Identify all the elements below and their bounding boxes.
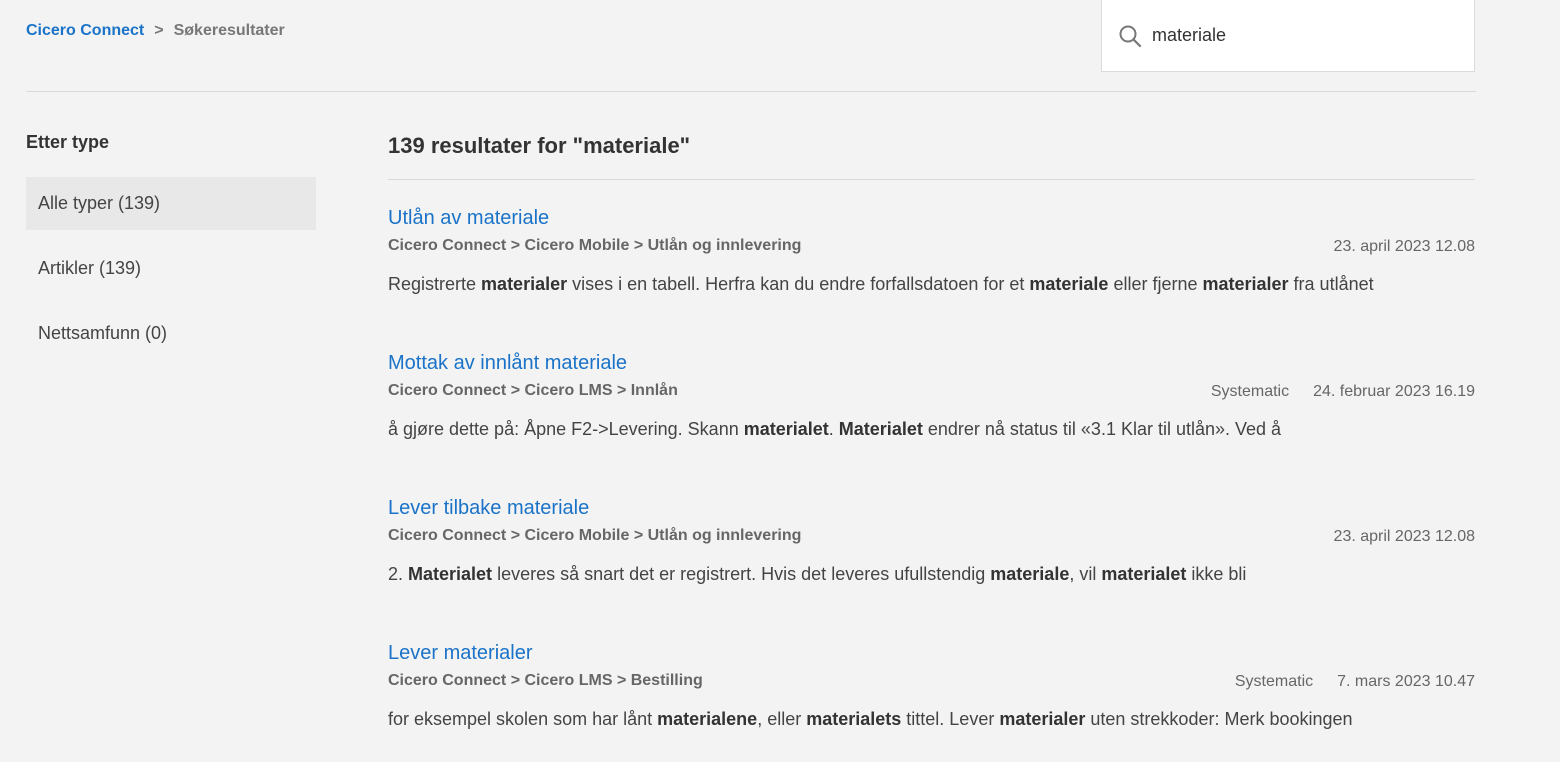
- results-list: Utlån av materiale Cicero Connect > Cicer…: [388, 180, 1475, 760]
- snippet-text: uten strekkoder: Merk bookingen: [1085, 709, 1353, 729]
- snippet-text: .: [828, 419, 839, 439]
- snippet-text: ikke bli: [1186, 564, 1247, 584]
- search-box: [1101, 0, 1475, 72]
- snippet-text: for eksempel skolen som har lånt: [388, 709, 658, 729]
- snippet-text: endrer nå status til «3.1 Klar til utlån…: [922, 419, 1282, 439]
- breadcrumb-separator: >: [154, 22, 164, 39]
- filter-item[interactable]: Alle typer (139): [26, 177, 316, 230]
- header-divider: [26, 91, 1476, 92]
- snippet-highlight: materialets: [806, 709, 902, 729]
- filter-title: Etter type: [26, 132, 110, 152]
- result-title-link[interactable]: Lever tilbake materiale: [388, 497, 589, 520]
- snippet-highlight: materiale: [990, 564, 1070, 584]
- snippet-text: , vil: [1069, 564, 1102, 584]
- result-meta: 23. april 2023 12.08: [1334, 238, 1475, 256]
- result-date: 7. mars 2023 10.47: [1337, 673, 1475, 690]
- result-date: 24. februar 2023 16.19: [1313, 383, 1475, 400]
- snippet-text: vises i en tabell. Herfra kan du endre f…: [567, 274, 1030, 294]
- breadcrumb-home-link[interactable]: Cicero Connect: [26, 22, 144, 40]
- result-item: Mottak av innlånt materiale Cicero Connec…: [388, 325, 1475, 470]
- result-item: Utlån av materiale Cicero Connect > Cicer…: [388, 180, 1475, 325]
- result-path: Cicero Connect > Cicero LMS > Innlån: [388, 382, 678, 399]
- result-author: Systematic: [1210, 383, 1290, 400]
- result-snippet: Registrerte materialer vises i en tabell…: [388, 274, 1374, 295]
- result-path: Cicero Connect > Cicero LMS > Bestilling: [388, 672, 703, 689]
- result-item: Lever tilbake materiale Cicero Connect > …: [388, 470, 1475, 615]
- snippet-highlight: materialer: [999, 709, 1086, 729]
- snippet-text: 2.: [388, 564, 409, 584]
- result-item: Lever materialer Cicero Connect > Cicero …: [388, 615, 1475, 760]
- snippet-highlight: materialer: [1202, 274, 1289, 294]
- search-results-page: Cicero Connect > Søkeresultater Etter ty…: [0, 0, 1560, 762]
- result-title-link[interactable]: Mottak av innlånt materiale: [388, 352, 627, 375]
- search-icon[interactable]: [1118, 24, 1142, 48]
- result-snippet: 2. Materialet leveres så snart det er re…: [388, 564, 1246, 585]
- snippet-highlight: materiale: [1029, 274, 1109, 294]
- snippet-highlight: Materialet: [408, 564, 493, 584]
- results-section: 139 resultater for "materiale" Utlån av …: [388, 128, 1475, 760]
- snippet-text: leveres så snart det er registrert. Hvis…: [492, 564, 991, 584]
- result-meta: Systematic 7. mars 2023 10.47: [1235, 673, 1475, 691]
- result-meta: Systematic 24. februar 2023 16.19: [1211, 383, 1475, 401]
- result-date: 23. april 2023 12.08: [1333, 238, 1475, 255]
- snippet-text: tittel. Lever: [901, 709, 1000, 729]
- breadcrumb: Cicero Connect > Søkeresultater: [26, 22, 285, 40]
- result-title-link[interactable]: Utlån av materiale: [388, 207, 549, 230]
- search-input[interactable]: [1152, 25, 1452, 46]
- results-heading: 139 resultater for "materiale": [388, 133, 691, 158]
- breadcrumb-current: Søkeresultater: [173, 22, 285, 39]
- result-author: Systematic: [1234, 673, 1314, 690]
- filter-item[interactable]: Artikler (139): [26, 242, 316, 295]
- snippet-highlight: Materialet: [838, 419, 923, 439]
- result-title-link[interactable]: Lever materialer: [388, 642, 533, 665]
- result-path: Cicero Connect > Cicero Mobile > Utlån o…: [388, 237, 802, 254]
- snippet-text: å gjøre dette på: Åpne F2->Levering. Ska…: [388, 419, 744, 439]
- snippet-text: eller fjerne: [1108, 274, 1203, 294]
- result-date: 23. april 2023 12.08: [1333, 528, 1475, 545]
- result-path: Cicero Connect > Cicero Mobile > Utlån o…: [388, 527, 802, 544]
- snippet-highlight: materialer: [481, 274, 568, 294]
- snippet-highlight: materialet: [743, 419, 829, 439]
- type-filter-list: Alle typer (139) Artikler (139) Nettsamfun…: [26, 177, 316, 372]
- filter-item[interactable]: Nettsamfunn (0): [26, 307, 316, 360]
- snippet-text: , eller: [757, 709, 807, 729]
- snippet-highlight: materialet: [1101, 564, 1187, 584]
- snippet-highlight: materialene: [657, 709, 758, 729]
- result-snippet: for eksempel skolen som har lånt materia…: [388, 709, 1353, 730]
- result-meta: 23. april 2023 12.08: [1334, 528, 1475, 546]
- snippet-text: fra utlånet: [1288, 274, 1374, 294]
- result-snippet: å gjøre dette på: Åpne F2->Levering. Ska…: [388, 419, 1281, 440]
- snippet-text: Registrerte: [388, 274, 482, 294]
